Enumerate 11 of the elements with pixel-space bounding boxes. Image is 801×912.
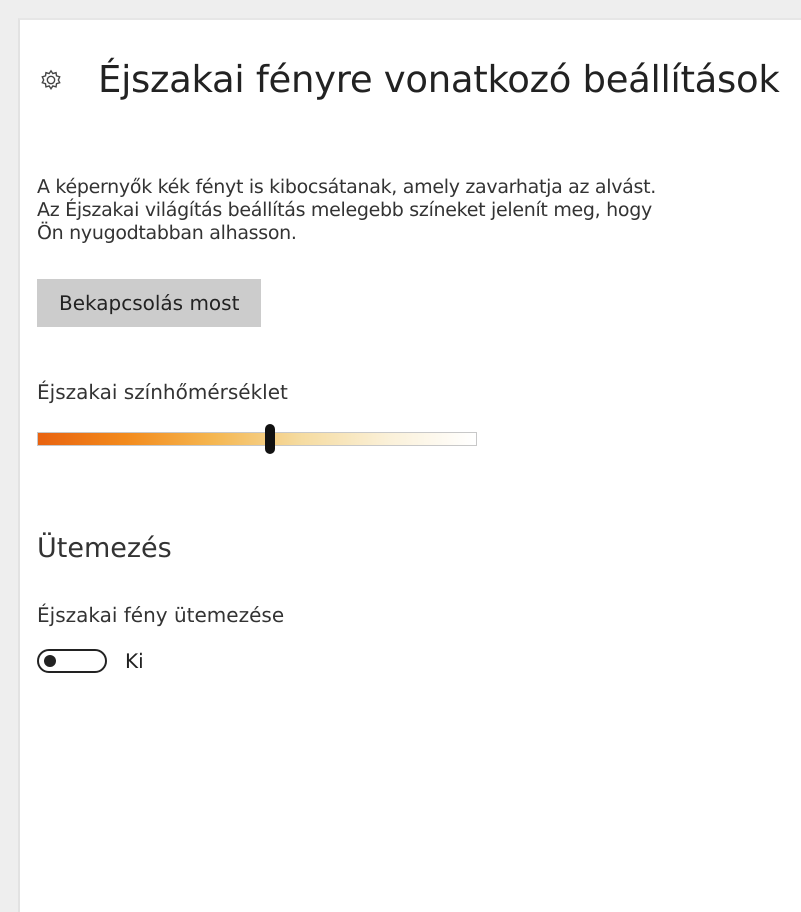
schedule-toggle[interactable] bbox=[37, 649, 107, 673]
settings-icon bbox=[40, 69, 62, 91]
slider-thumb[interactable] bbox=[265, 424, 276, 454]
slider-label: Éjszakai színhőmérséklet bbox=[37, 380, 288, 404]
section-heading: Ütemezés bbox=[37, 533, 172, 565]
page-title: Éjszakai fényre vonatkozó beállítások bbox=[98, 58, 780, 102]
toggle-label: Éjszakai fény ütemezése bbox=[37, 603, 284, 627]
turn-on-button[interactable]: Bekapcsolás most bbox=[37, 279, 262, 327]
toggle-state-text: Ki bbox=[125, 649, 144, 673]
description-text: A képernyők kék fényt is kibocsátanak, amely zavarhatja az alvást. Az Éjszakai világítás beállítás melegebb színeket jelenít meg, hogy Ön nyugodtabban alhasson. bbox=[37, 176, 656, 245]
color-temperature-slider[interactable] bbox=[37, 424, 477, 454]
